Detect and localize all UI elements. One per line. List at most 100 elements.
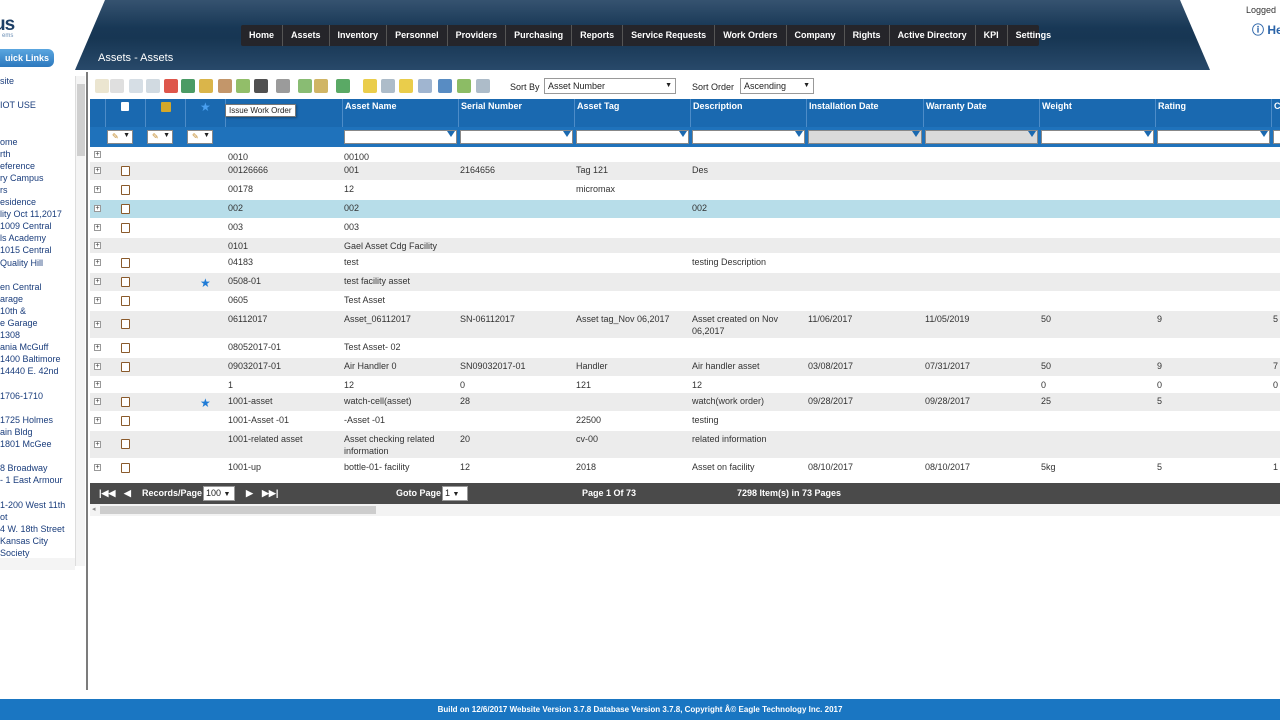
filter-input[interactable] [808,130,922,144]
tree-item[interactable]: rs [0,184,8,196]
new-icon[interactable] [95,79,109,93]
table-row[interactable]: + ★ 0508-01 test facility asset [90,273,1280,292]
expand-row-icon[interactable]: + [94,205,101,212]
grid-blue-icon[interactable] [418,79,432,93]
move-icon[interactable] [199,79,213,93]
nav-item-rights[interactable]: Rights [845,25,890,46]
asset-book-icon[interactable] [121,462,130,473]
asset-book-icon[interactable] [121,222,130,233]
tree-item[interactable]: Kansas City [0,535,48,547]
filter-input[interactable] [460,130,573,144]
nav-item-company[interactable]: Company [787,25,845,46]
expand-row-icon[interactable]: + [94,440,101,448]
nav-item-personnel[interactable]: Personnel [387,25,448,46]
tree-item[interactable]: ry Campus [0,172,44,184]
table-row[interactable]: +00126666 001 2164656 Tag 121 Des [90,162,1280,181]
filter-input[interactable] [692,130,805,144]
table-row[interactable]: +08052017-01 Test Asset- 02 [90,339,1280,358]
tree-item[interactable]: ania McGuff [0,341,48,353]
tree-item[interactable]: IOT USE [0,99,36,111]
column-header-c[interactable]: C [1272,99,1280,127]
expand-row-icon[interactable]: + [94,320,101,328]
filter-input[interactable] [576,130,689,144]
tree-item[interactable]: 8 Broadway [0,462,48,474]
tree-item[interactable]: 10th & [0,305,26,317]
expand-row-icon[interactable]: + [94,344,101,351]
tree-scroll-thumb[interactable] [77,84,85,156]
tree-item[interactable]: 1400 Baltimore [0,353,61,365]
tree-item[interactable]: site [0,75,14,87]
table-row[interactable]: +09032017-01 Air Handler 0 SN09032017-01 Ha… [90,358,1280,377]
table-row[interactable]: +002 002 002 [90,200,1280,219]
filter-funnel-icon[interactable] [795,131,803,137]
link-icon[interactable] [298,79,312,93]
tree-item[interactable]: eference [0,160,35,172]
next-page-icon[interactable]: ▶ [246,488,253,499]
tree-item[interactable]: ls Academy [0,232,46,244]
tree-item[interactable]: rth [0,148,11,160]
column-header-rating[interactable]: Rating [1156,99,1272,127]
expand-row-icon[interactable]: + [94,278,101,285]
expand-row-icon[interactable]: + [94,259,101,266]
check-icon[interactable] [236,79,250,93]
column-header-description[interactable]: Description [691,99,807,127]
grid-green-icon[interactable] [457,79,471,93]
asset-book-icon[interactable] [121,361,130,372]
nav-item-settings[interactable]: Settings [1008,25,1060,46]
asset-book-icon[interactable] [121,415,130,426]
expand-row-icon[interactable]: + [94,241,101,249]
table-row[interactable]: +04183 test testing Description [90,254,1280,273]
asset-book-icon[interactable] [121,295,130,306]
expand-row-icon[interactable]: + [94,224,101,231]
table-row[interactable]: +0605 Test Asset [90,292,1280,311]
print-icon[interactable] [276,79,290,93]
filter-operator-button[interactable]: ✎ ▼ [107,130,133,144]
filter-input[interactable] [1157,130,1270,144]
tree-item[interactable]: ot [0,511,8,523]
table-row[interactable]: +06112017 Asset_06112017 SN-06112017 Asset … [90,311,1280,339]
expand-row-icon[interactable]: + [94,186,101,193]
filter-funnel-icon[interactable] [1144,131,1152,137]
tree-item[interactable]: 4 W. 18th Street [0,523,65,535]
filter-funnel-icon[interactable] [1028,131,1036,137]
expand-row-icon[interactable]: + [94,363,101,370]
prev-page-icon[interactable]: ◀ [124,488,131,499]
column-header-installation-date[interactable]: Installation Date [807,99,924,127]
asset-book-icon[interactable] [121,184,130,195]
favorite-star-icon[interactable]: ★ [200,277,211,289]
nav-item-reports[interactable]: Reports [572,25,624,46]
filter-funnel-icon[interactable] [447,131,455,137]
tree-horizontal-scrollbar[interactable] [0,558,75,570]
filter-input[interactable] [344,130,457,144]
filter-input[interactable] [1041,130,1154,144]
tree-item[interactable]: lity Oct 11,2017 [0,208,62,220]
tree-item[interactable]: Quality Hill [0,257,43,269]
filter-operator-button[interactable]: ✎ ▼ [147,130,173,144]
nav-item-active-directory[interactable]: Active Directory [890,25,976,46]
nav-item-providers[interactable]: Providers [448,25,507,46]
nav-item-assets[interactable]: Assets [283,25,330,46]
column-header-serial-number[interactable]: Serial Number [459,99,575,127]
table-row[interactable]: +0101 Gael Asset Cdg Facility [90,238,1280,254]
expand-row-icon[interactable]: + [94,380,101,388]
table-row[interactable]: +1001-up bottle-01- facility 12 2018 Asset o… [90,459,1280,478]
filter-funnel-icon[interactable] [563,131,571,137]
grid-yellow-icon[interactable] [363,79,377,93]
asset-book-icon[interactable] [121,203,130,214]
last-page-icon[interactable]: ▶▶| [262,488,278,499]
asset-book-icon[interactable] [121,257,130,268]
export-icon[interactable] [336,79,350,93]
table-row[interactable]: +003 003 [90,219,1280,238]
tree-item[interactable]: e Garage [0,317,38,329]
delete-icon[interactable] [164,79,178,93]
tree-item[interactable]: 14440 E. 42nd [0,365,59,377]
scroll-left-icon[interactable]: ◂ [92,505,96,513]
records-per-page-select[interactable]: 100 ▼ [203,486,235,501]
tree-item[interactable]: 1706-1710 [0,390,43,402]
asset-book-icon[interactable] [121,276,130,287]
column-header-asset-tag[interactable]: Asset Tag [575,99,691,127]
nav-item-inventory[interactable]: Inventory [330,25,388,46]
tree-item[interactable]: 1015 Central [0,244,52,256]
first-page-icon[interactable]: |◀◀ [99,488,115,499]
edit-icon[interactable] [129,79,143,93]
